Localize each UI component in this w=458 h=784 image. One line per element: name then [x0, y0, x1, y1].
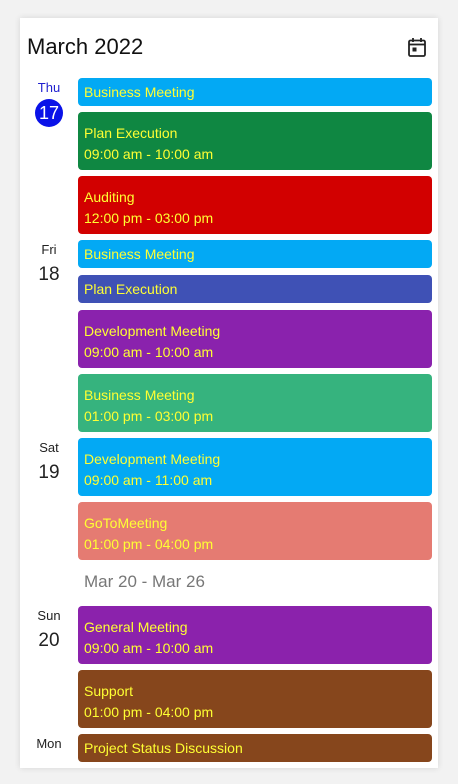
- day-of-week: Mon: [36, 736, 62, 751]
- day-label-fri[interactable]: Fri 18: [20, 242, 78, 286]
- event-item[interactable]: Support 01:00 pm - 04:00 pm: [78, 670, 432, 728]
- event-title: General Meeting: [84, 619, 188, 635]
- event-item[interactable]: Auditing 12:00 pm - 03:00 pm: [78, 176, 432, 234]
- event-item[interactable]: Plan Execution: [78, 275, 432, 303]
- month-title[interactable]: March 2022: [27, 34, 143, 60]
- day-label-mon[interactable]: Mon: [20, 736, 78, 758]
- day-label-sun[interactable]: Sun 20: [20, 608, 78, 652]
- event-item[interactable]: Development Meeting 09:00 am - 10:00 am: [78, 310, 432, 368]
- day-number: 20: [38, 630, 60, 651]
- event-time: 09:00 am - 11:00 am: [84, 472, 213, 488]
- event-title: Auditing: [84, 189, 135, 205]
- event-time: 09:00 am - 10:00 am: [84, 640, 214, 656]
- event-item[interactable]: General Meeting 09:00 am - 10:00 am: [78, 606, 432, 664]
- event-time: 09:00 am - 10:00 am: [84, 146, 214, 162]
- event-item[interactable]: Project Status Discussion: [78, 734, 432, 762]
- event-item[interactable]: Development Meeting 09:00 am - 11:00 am: [78, 438, 432, 496]
- event-title: Project Status Discussion: [84, 740, 243, 756]
- event-title: Plan Execution: [84, 281, 178, 297]
- day-of-week: Thu: [37, 80, 61, 95]
- day-number: 18: [38, 264, 60, 285]
- event-time: 09:00 am - 10:00 am: [84, 344, 214, 360]
- event-item[interactable]: Plan Execution 09:00 am - 10:00 am: [78, 112, 432, 170]
- day-of-week: Sun: [37, 608, 61, 623]
- event-item[interactable]: Business Meeting: [78, 240, 432, 268]
- week-separator: Mar 20 - Mar 26: [84, 572, 205, 591]
- event-title: Support: [84, 683, 134, 699]
- event-title: Development Meeting: [84, 323, 221, 339]
- event-item[interactable]: Business Meeting: [78, 78, 432, 106]
- event-item[interactable]: Business Meeting 01:00 pm - 03:00 pm: [78, 374, 432, 432]
- day-label-thu[interactable]: Thu 17: [20, 80, 78, 127]
- schedule-header: March 2022: [20, 18, 438, 76]
- event-time: 01:00 pm - 03:00 pm: [84, 408, 214, 424]
- day-number: 19: [38, 462, 60, 483]
- event-item[interactable]: GoToMeeting 01:00 pm - 04:00 pm: [78, 502, 432, 560]
- event-title: Business Meeting: [84, 84, 195, 100]
- event-time: 01:00 pm - 04:00 pm: [84, 536, 214, 552]
- event-title: GoToMeeting: [84, 515, 168, 531]
- event-title: Business Meeting: [84, 246, 195, 262]
- schedule-card: March 2022 Thu 17 Fri 18 Sat 19 Sun 20 M…: [20, 18, 438, 768]
- calendar-today-icon[interactable]: [404, 34, 430, 60]
- event-title: Business Meeting: [84, 387, 195, 403]
- day-label-sat[interactable]: Sat 19: [20, 440, 78, 484]
- day-of-week: Sat: [39, 440, 59, 455]
- day-number-today: 17: [35, 99, 63, 127]
- event-time: 01:00 pm - 04:00 pm: [84, 704, 214, 720]
- event-title: Plan Execution: [84, 125, 178, 141]
- event-title: Development Meeting: [84, 451, 221, 467]
- day-of-week: Fri: [41, 242, 57, 257]
- event-time: 12:00 pm - 03:00 pm: [84, 210, 214, 226]
